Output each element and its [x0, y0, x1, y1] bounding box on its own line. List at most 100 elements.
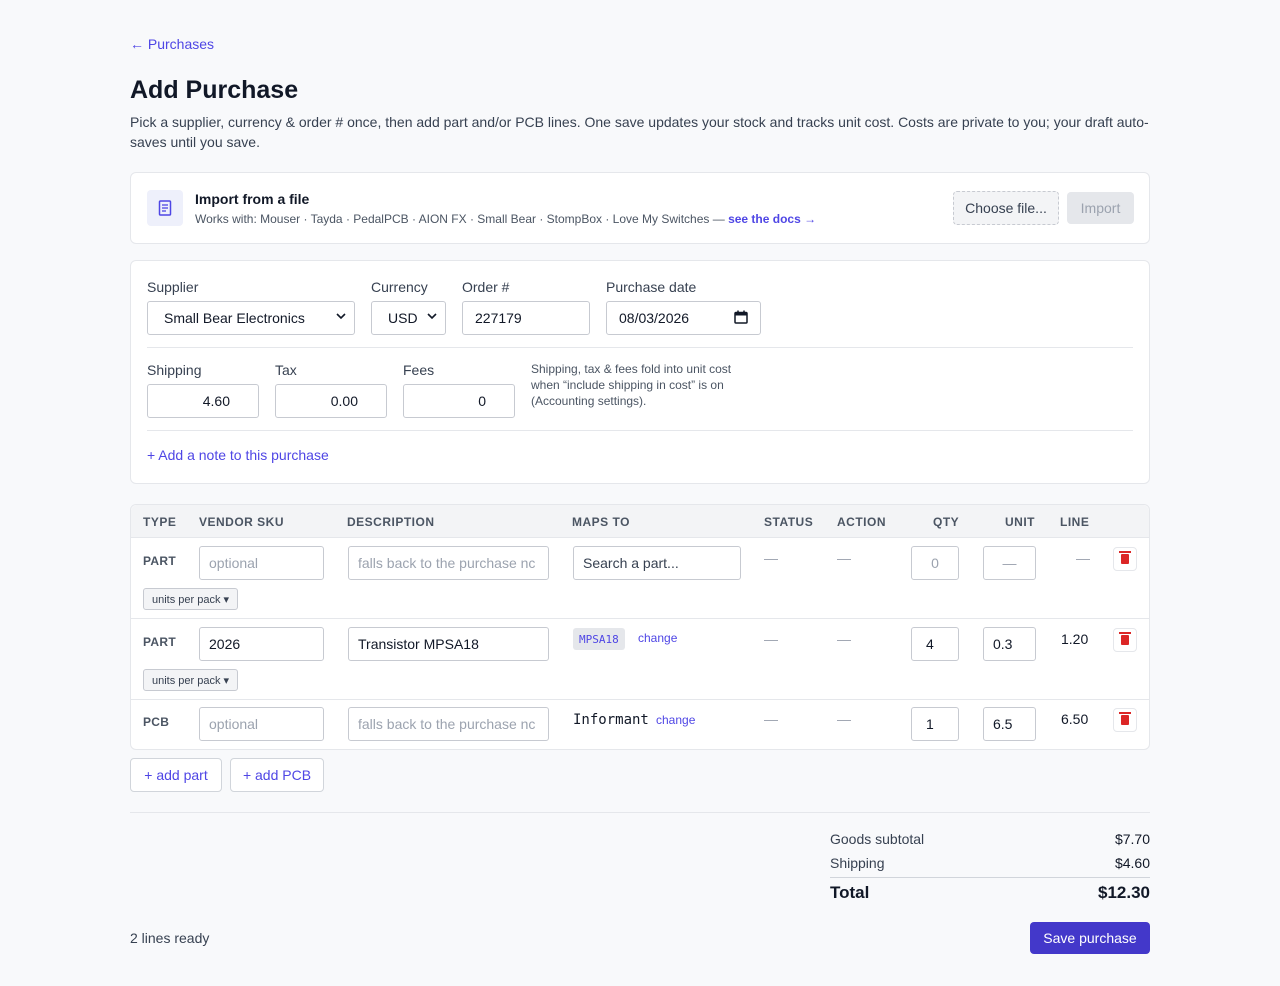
supplier-select[interactable]: Small Bear Electronics [147, 301, 355, 335]
file-icon [147, 190, 183, 226]
purchase-lines-table: TYPE VENDOR SKU DESCRIPTION MAPS TO STAT… [130, 504, 1150, 750]
qty-input[interactable]: 0 [911, 546, 959, 580]
import-button[interactable]: Import [1067, 192, 1134, 224]
shipping-input[interactable]: 4.60 [147, 384, 259, 418]
qty-input[interactable]: 4 [911, 627, 959, 661]
units-per-pack-toggle[interactable]: units per pack ▾ [143, 588, 239, 610]
table-row: PART optional falls back to the purchase… [131, 538, 1149, 619]
chevron-down-icon [336, 311, 346, 324]
row-status: — [764, 711, 778, 727]
currency-label: Currency [371, 279, 428, 295]
goods-subtotal-row: Goods subtotal $7.70 [830, 831, 1150, 847]
row-type: PCB [143, 715, 170, 729]
unit-cost-input[interactable]: 6.5 [983, 707, 1036, 741]
shipping-row: Shipping $4.60 [830, 855, 1150, 871]
add-part-button[interactable]: + add part [130, 758, 222, 792]
divider [130, 812, 1150, 813]
add-note-link[interactable]: + Add a note to this purchase [147, 447, 329, 463]
fees-label: Fees [403, 362, 435, 378]
fold-note: Shipping, tax & fees fold into unit cost… [531, 362, 732, 408]
currency-select[interactable]: USD [371, 301, 446, 335]
lines-ready-status: 2 lines ready [130, 930, 210, 946]
vendor-sku-input[interactable]: optional [199, 707, 324, 741]
mapped-pcb-name: Informant [573, 712, 649, 728]
table-row: PART 2026 Transistor MPSA18 MPSA18 chang… [131, 619, 1149, 700]
supplier-label: Supplier [147, 279, 199, 295]
delete-row-button[interactable] [1113, 628, 1137, 652]
units-per-pack-toggle[interactable]: units per pack ▾ [143, 669, 239, 691]
purchase-details-card: Supplier Small Bear Electronics Currency… [130, 260, 1150, 484]
line-total: — [1076, 550, 1090, 566]
row-type: PART [143, 635, 176, 649]
change-mapping-link[interactable]: change [656, 713, 695, 727]
total-row: Total $12.30 [830, 883, 1150, 903]
goods-subtotal-value: $7.70 [1114, 831, 1150, 847]
col-unit: UNIT [1005, 515, 1035, 529]
calendar-icon[interactable] [734, 310, 748, 327]
col-action: ACTION [837, 515, 886, 529]
back-to-purchases-link[interactable]: ← Purchases [130, 36, 214, 52]
import-supported-vendors: Works with: Mouser · Tayda · PedalPCB · … [195, 212, 729, 226]
goods-subtotal-label: Goods subtotal [830, 831, 925, 847]
divider [147, 347, 1133, 348]
qty-input[interactable]: 1 [911, 707, 959, 741]
trash-icon [1119, 551, 1131, 564]
description-input[interactable]: falls back to the purchase nc [348, 546, 549, 580]
save-purchase-button[interactable]: Save purchase [1030, 922, 1150, 954]
unit-cost-input[interactable]: 0.3 [983, 627, 1036, 661]
vendor-sku-input[interactable]: 2026 [199, 627, 324, 661]
col-vendor-sku: VENDOR SKU [199, 515, 285, 529]
purchase-date-input[interactable]: 08/03/2026 [606, 301, 761, 335]
delete-row-button[interactable] [1113, 547, 1137, 571]
description-input[interactable]: falls back to the purchase nc [348, 707, 549, 741]
fees-input[interactable]: 0 [403, 384, 515, 418]
row-action: — [837, 631, 851, 647]
chevron-down-icon [427, 311, 437, 324]
purchase-date-label: Purchase date [606, 279, 697, 295]
page-title: Add Purchase [130, 76, 299, 104]
trash-icon [1119, 632, 1131, 645]
col-status: STATUS [764, 515, 814, 529]
tax-input[interactable]: 0.00 [275, 384, 387, 418]
add-pcb-button[interactable]: + add PCB [230, 758, 324, 792]
choose-file-button[interactable]: Choose file... [953, 191, 1059, 225]
shipping-summary-label: Shipping [830, 855, 885, 871]
order-number-input[interactable]: 227179 [462, 301, 590, 335]
tax-label: Tax [275, 362, 297, 378]
vendor-sku-input[interactable]: optional [199, 546, 324, 580]
delete-row-button[interactable] [1113, 708, 1137, 732]
divider [830, 877, 1150, 878]
line-total: 6.50 [1061, 711, 1089, 727]
order-label: Order # [462, 279, 510, 295]
table-header: TYPE VENDOR SKU DESCRIPTION MAPS TO STAT… [131, 505, 1149, 538]
part-search-input[interactable]: Search a part... [573, 546, 741, 580]
change-mapping-link[interactable]: change [638, 631, 677, 645]
col-type: TYPE [143, 515, 177, 529]
mapped-part-chip: MPSA18 [573, 628, 625, 650]
col-line: LINE [1060, 515, 1090, 529]
divider [147, 430, 1133, 431]
col-qty: QTY [933, 515, 960, 529]
row-action: — [837, 550, 851, 566]
description-input[interactable]: Transistor MPSA18 [348, 627, 549, 661]
line-total: 1.20 [1061, 631, 1089, 647]
row-status: — [764, 550, 778, 566]
purchase-date-value: 08/03/2026 [619, 310, 690, 326]
supplier-value: Small Bear Electronics [164, 310, 305, 326]
import-subtitle: Works with: Mouser · Tayda · PedalPCB · … [195, 212, 816, 226]
import-title: Import from a file [195, 191, 310, 207]
unit-cost-input[interactable]: — [983, 546, 1036, 580]
total-label: Total [830, 883, 870, 902]
total-value: $12.30 [1098, 883, 1150, 902]
col-description: DESCRIPTION [347, 515, 435, 529]
trash-icon [1119, 712, 1131, 725]
table-row: PCB optional falls back to the purchase … [131, 700, 1149, 750]
shipping-label: Shipping [147, 362, 202, 378]
row-status: — [764, 631, 778, 647]
see-docs-link[interactable]: see the docs → [728, 212, 816, 226]
row-type: PART [143, 554, 176, 568]
page-intro: Pick a supplier, currency & order # once… [130, 114, 1149, 150]
import-card: Import from a file Works with: Mouser · … [130, 172, 1150, 244]
row-action: — [837, 711, 851, 727]
currency-value: USD [388, 310, 418, 326]
